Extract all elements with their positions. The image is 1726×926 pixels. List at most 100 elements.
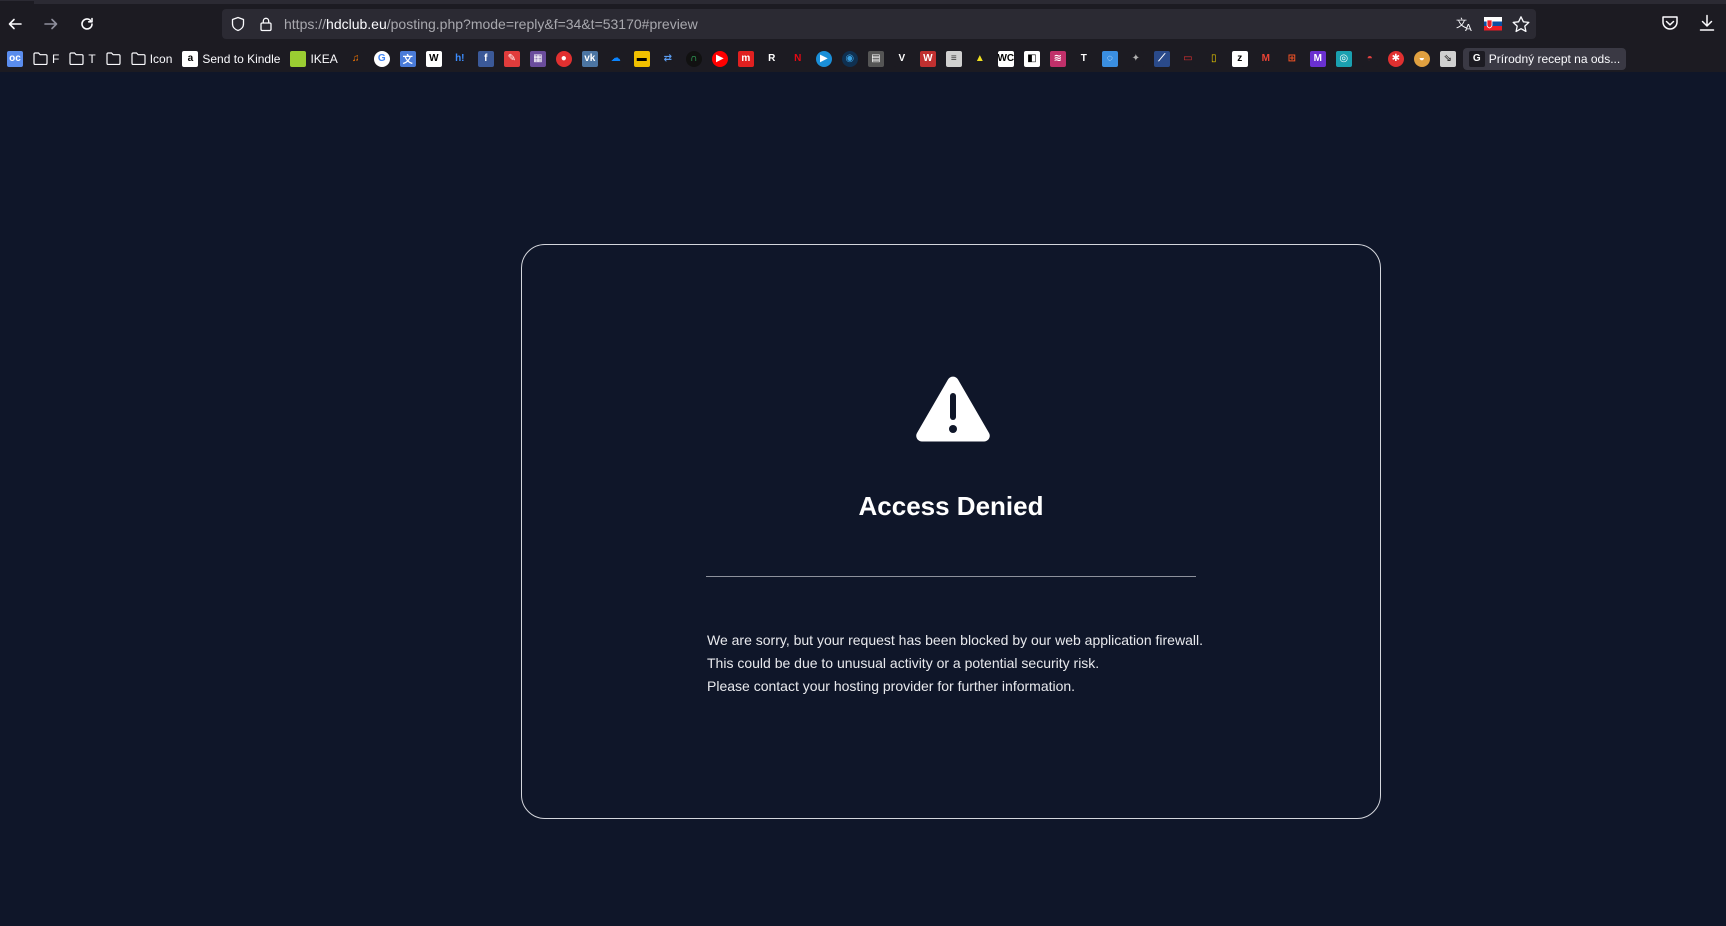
google-icon: G <box>373 50 390 67</box>
bookmark-item[interactable]: M <box>1305 48 1331 70</box>
bookmark-item[interactable]: f <box>473 48 499 70</box>
bookmark-item[interactable]: ◎ <box>1331 48 1357 70</box>
bookmark-item[interactable]: ▬ <box>629 48 655 70</box>
shield-icon[interactable] <box>230 16 246 32</box>
r-icon: R <box>763 50 780 67</box>
h-icon: h! <box>451 50 468 67</box>
reload-icon <box>81 17 93 30</box>
folder-icon <box>106 52 121 65</box>
bowl-icon: ◒ <box>1413 50 1430 67</box>
url-text[interactable]: https://hdclub.eu/posting.php?mode=reply… <box>284 16 698 32</box>
message-line: We are sorry, but your request has been … <box>707 632 1203 648</box>
browser-toolbar: https://hdclub.eu/posting.php?mode=reply… <box>0 0 1726 45</box>
folder-icon <box>69 52 84 65</box>
bookmark-item[interactable]: W <box>421 48 447 70</box>
download-icon[interactable] <box>1697 13 1717 33</box>
pocket-icon[interactable] <box>1660 13 1680 33</box>
bookmark-folder[interactable] <box>101 48 126 70</box>
translate-page-icon[interactable]: 文 A <box>1455 15 1475 33</box>
bookmark-item[interactable]: a Send to Kindle <box>177 48 285 70</box>
bookmark-item[interactable]: ▯ <box>1201 48 1227 70</box>
bookmark-item[interactable]: WC <box>993 48 1019 70</box>
bookmark-item[interactable]: ◓ <box>1357 48 1383 70</box>
bookmark-item[interactable]: N <box>785 48 811 70</box>
bookmark-item[interactable]: ▦ <box>525 48 551 70</box>
t-icon: T <box>1075 50 1092 67</box>
bookmark-item[interactable]: ✦ <box>1123 48 1149 70</box>
bookmark-label: IKEA <box>310 51 338 66</box>
bookmark-item[interactable]: ▲ <box>967 48 993 70</box>
reload-button[interactable] <box>73 10 101 38</box>
bookmark-item[interactable]: vk <box>577 48 603 70</box>
bookmark-item[interactable]: ▤ <box>863 48 889 70</box>
bookmark-label: Prírodný recept na ods... <box>1488 51 1621 66</box>
bookmark-item[interactable]: ∩ <box>681 48 707 70</box>
headphones-icon: ♫ <box>347 50 364 67</box>
bookmark-item[interactable]: ◧ <box>1019 48 1045 70</box>
url-scheme: https:// <box>284 16 327 32</box>
g-icon: G <box>1468 50 1485 67</box>
bookmark-item[interactable]: ✱ <box>1383 48 1409 70</box>
bookmark-item[interactable]: ▭ <box>1175 48 1201 70</box>
onedrive-icon: ☁ <box>607 50 624 67</box>
bookmark-item[interactable]: ♫ <box>343 48 369 70</box>
facebook-icon: f <box>477 50 494 67</box>
bookmark-item[interactable]: T <box>1071 48 1097 70</box>
bookmark-item[interactable]: ◌ <box>1097 48 1123 70</box>
slovak-flag-icon[interactable] <box>1483 15 1503 33</box>
bookmark-item[interactable]: V <box>889 48 915 70</box>
message-line: Please contact your hosting provider for… <box>707 678 1076 694</box>
bookmark-item[interactable]: G Prírodný recept na ods... <box>1462 47 1627 70</box>
bookmark-item[interactable]: ⇘ <box>1435 48 1461 70</box>
play-icon: ▶ <box>815 50 832 67</box>
frame-icon: ▭ <box>1179 50 1196 67</box>
bookmark-item[interactable]: ◉ <box>837 48 863 70</box>
bookmark-item[interactable]: ✎ <box>499 48 525 70</box>
folder-icon-svg <box>33 52 48 65</box>
bookmark-item[interactable]: ≡ <box>941 48 967 70</box>
bookmarks-bar: oc F T Icon a Send to Kindle IKEA ♫ G 文 Wh! f ✎ ▦ ● vk ☁… <box>0 45 1726 72</box>
url-bar[interactable]: https://hdclub.eu/posting.php?mode=reply… <box>222 9 1536 39</box>
bookmark-item[interactable]: R <box>759 48 785 70</box>
bookmark-item[interactable]: ◒ <box>1409 48 1435 70</box>
bookmark-item[interactable]: ≋ <box>1045 48 1071 70</box>
url-path: /posting.php?mode=reply&f=34&t=53170#pre… <box>386 16 698 32</box>
gmail-icon: M <box>1257 50 1274 67</box>
bookmark-item[interactable]: 文 <box>395 48 421 70</box>
bookmark-star-icon[interactable] <box>1511 15 1531 33</box>
bookmark-item[interactable]: ▶ <box>707 48 733 70</box>
bookmark-item[interactable]: oc <box>2 48 28 70</box>
natgeo-icon: ▯ <box>1205 50 1222 67</box>
bookmark-item[interactable]: m <box>733 48 759 70</box>
bookmark-folder[interactable]: T <box>64 48 100 70</box>
bookmark-item[interactable]: h! <box>447 48 473 70</box>
bookmark-item[interactable]: W <box>915 48 941 70</box>
forward-button[interactable] <box>37 10 65 38</box>
m-icon: m <box>737 50 754 67</box>
arrow-left-icon <box>8 18 22 30</box>
slash-icon: ⟋ <box>1153 50 1170 67</box>
bookmark-item[interactable]: IKEA <box>285 48 342 70</box>
wikipedia-icon: W <box>425 50 442 67</box>
ikea-icon <box>290 50 307 67</box>
bookmark-item[interactable]: ☁ <box>603 48 629 70</box>
bookmark-item[interactable]: ⊞ <box>1279 48 1305 70</box>
asterisk-icon: ✱ <box>1387 50 1404 67</box>
bookmark-item[interactable]: ▶ <box>811 48 837 70</box>
divider <box>706 576 1196 577</box>
error-message: We are sorry, but your request has been … <box>707 629 1227 698</box>
lock-icon[interactable] <box>258 16 274 32</box>
bookmark-item[interactable]: M <box>1253 48 1279 70</box>
bookmark-item[interactable]: G <box>369 48 395 70</box>
steam-icon: ◉ <box>841 50 858 67</box>
back-button[interactable] <box>1 10 29 38</box>
bookmark-folder[interactable]: F <box>28 48 64 70</box>
bookmark-item[interactable]: ⟋ <box>1149 48 1175 70</box>
stripes-icon: ≋ <box>1049 50 1066 67</box>
bookmark-folder[interactable]: Icon <box>126 48 178 70</box>
bookmark-label: T <box>88 51 96 66</box>
bookmark-item[interactable]: ⇄ <box>655 48 681 70</box>
bookmark-item[interactable]: ● <box>551 48 577 70</box>
bookmark-label: Send to Kindle <box>202 51 281 66</box>
bookmark-item[interactable]: z <box>1227 48 1253 70</box>
